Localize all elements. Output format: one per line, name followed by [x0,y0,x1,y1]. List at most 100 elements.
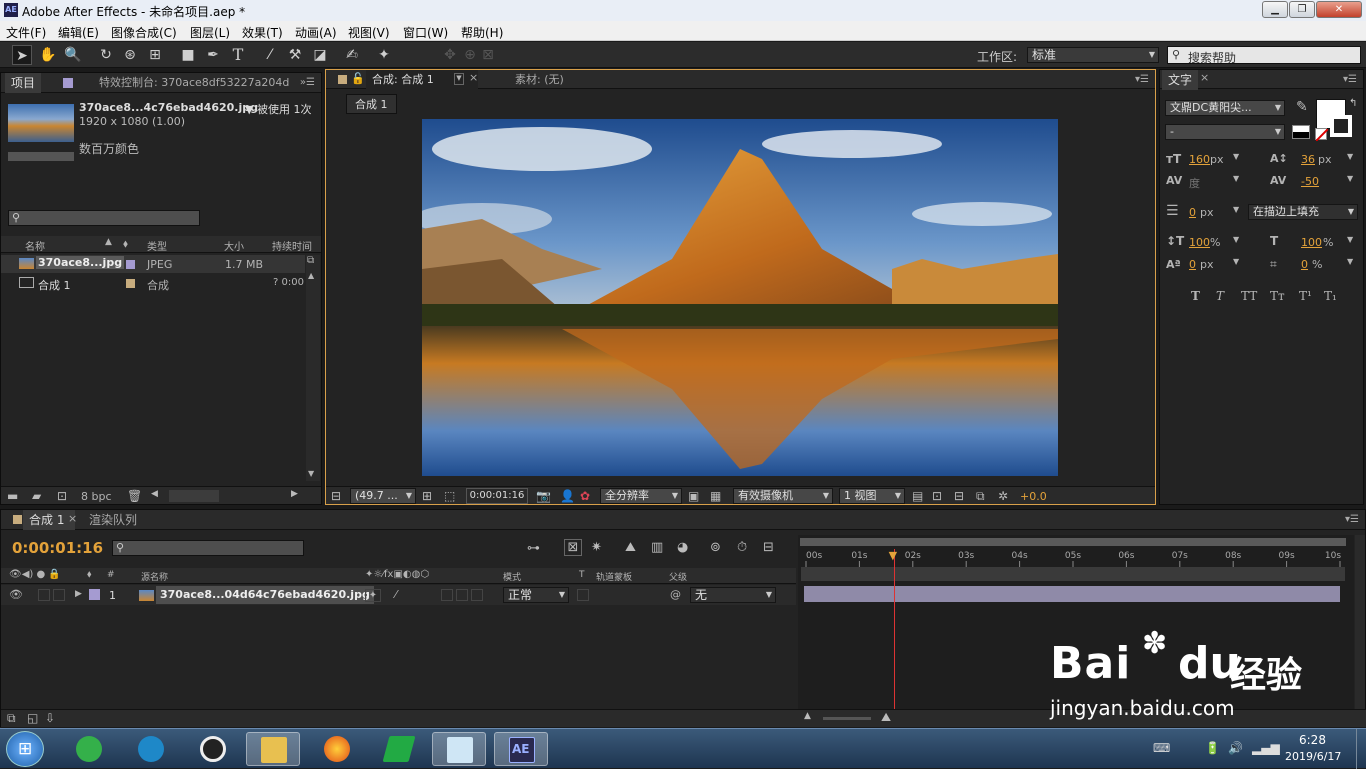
menu-view[interactable]: 视图(V) [348,24,390,41]
menu-file[interactable]: 文件(F) [6,24,46,41]
label-tag-icon[interactable]: ⬧ [87,569,92,580]
network-icon[interactable]: ▂▄▆ [1252,741,1280,755]
taskbar-video-editor-icon[interactable] [372,732,426,766]
workspace-select[interactable]: 标准 [1027,47,1159,63]
axis-world-icon[interactable]: ⊕ [460,45,480,65]
clone-stamp-tool-icon[interactable]: ⚒ [285,45,305,65]
maximize-button[interactable]: ❐ [1289,1,1315,18]
font-family-select[interactable]: 文鼎DC黄阳尖... [1165,100,1285,116]
interpret-footage-icon[interactable]: ▬ [7,489,18,503]
snapshot-icon[interactable]: 📷 [536,489,551,503]
close-tab-icon[interactable]: × [68,512,77,525]
all-caps-button[interactable]: TT [1241,289,1257,303]
help-search-input[interactable]: ⚲ 搜索帮助 [1167,46,1361,65]
no-fill-icon[interactable] [1315,128,1329,142]
timeline-search-input[interactable]: ⚲ [112,540,304,556]
new-comp-icon[interactable]: ⊡ [57,489,67,503]
scroll-right-icon[interactable]: ▶ [291,489,298,499]
parent-pickwhip-icon[interactable]: @ [670,588,681,601]
type-tool-icon[interactable]: T [228,45,248,65]
horizontal-scale-value[interactable]: 100 [1301,236,1322,249]
work-area-bar[interactable] [800,538,1346,546]
taskbar-docs-icon[interactable] [432,732,486,766]
small-caps-button[interactable]: Tт [1270,289,1285,303]
toggle-modes-icon[interactable]: ◱ [27,711,38,725]
flowchart-icon[interactable]: ⧉ [976,489,985,504]
taskbar-firefox-icon[interactable] [310,732,364,766]
bpc-toggle[interactable]: 8 bpc [81,490,112,503]
clock-time[interactable]: 6:28 [1299,733,1326,747]
timeline-current-time[interactable]: 0:00:01:16 [12,539,103,557]
taskbar-explorer-icon[interactable] [246,732,300,766]
mask-visibility-icon[interactable]: ⬚ [444,489,455,503]
close-tab-icon[interactable]: × [469,71,478,84]
stroke-color-swatch[interactable] [1330,115,1352,137]
graph-editor-icon[interactable]: ⊚ [710,540,721,555]
toggle-switches-icon[interactable]: ⧉ [7,711,16,726]
taskbar-after-effects-icon[interactable]: AE [494,732,548,766]
motion-blur-switch[interactable] [441,589,453,601]
timeline-icon[interactable]: ⊟ [954,489,964,503]
pan-behind-tool-icon[interactable]: ⊞ [145,45,165,65]
vertical-scale-dropdown-icon[interactable]: ▼ [1233,235,1239,244]
taskbar-player-icon[interactable] [124,732,178,766]
col-name[interactable]: 名称 [25,238,45,253]
playhead-handle[interactable]: ▼ [889,549,897,562]
close-tab-icon[interactable]: × [1200,71,1209,84]
stroke-mode-select[interactable]: 在描边上填充 [1248,204,1358,220]
lock-switch[interactable] [53,589,65,601]
subscript-button[interactable]: T₁ [1324,289,1337,303]
region-of-interest-icon[interactable]: ▣ [688,489,699,503]
power-icon[interactable]: 🔋 [1205,741,1220,755]
zoom-out-icon[interactable]: ▲ [804,711,811,721]
preserve-transparency-switch[interactable] [577,589,589,601]
zoom-in-icon[interactable]: ⛰ [881,710,891,725]
parent-select[interactable]: 无 [690,587,776,603]
adjustment-switch[interactable] [456,589,468,601]
magnification-select[interactable]: (49.7 ... [350,488,416,504]
menu-layer[interactable]: 图层(L) [190,24,230,41]
kerning-value[interactable]: 度 [1189,175,1200,191]
footage-usage[interactable]: ▼ 被使用 1次 [245,101,311,117]
baseline-shift-value[interactable]: 0 [1189,258,1196,271]
col-duration[interactable]: 持续时间 [272,238,312,253]
composition-mini-flowchart-icon[interactable]: ⊶ [527,541,540,556]
tracking-dropdown-icon[interactable]: ▼ [1347,174,1353,183]
swap-colors-icon[interactable]: ↰ [1349,98,1357,109]
brush-tool-icon[interactable]: ⁄ [260,45,280,65]
eraser-tool-icon[interactable]: ◪ [310,45,330,65]
panel-menu-icon[interactable]: ▾☰ [1135,74,1149,85]
current-time-display[interactable]: 0:00:01:16 [466,488,528,504]
exposure-value[interactable]: +0.0 [1020,490,1047,503]
show-desktop-button[interactable] [1356,729,1366,769]
taskbar-360-icon[interactable] [62,732,116,766]
motion-blur-icon[interactable]: ◕ [677,540,688,555]
font-size-dropdown-icon[interactable]: ▼ [1233,152,1239,161]
playhead[interactable]: ▼ [889,549,897,715]
timeline-vscroll[interactable] [1355,535,1365,715]
project-scrollbar[interactable]: ⧉ ▲ ▼ [306,255,320,481]
menu-edit[interactable]: 编辑(E) [58,24,99,41]
col-size[interactable]: 大小 [224,238,244,253]
panel-menu-icon[interactable]: »☰ [300,77,315,88]
work-area-range[interactable] [801,567,1345,581]
taskbar-qq-icon[interactable] [186,732,240,766]
col-mode[interactable]: 模式 [503,570,521,583]
hand-tool-icon[interactable]: ✋ [38,45,58,65]
scroll-down-icon[interactable]: ▼ [308,469,314,478]
layer-name[interactable]: 370ace8...04d64c76ebad4620.jpg [156,586,374,604]
tab-character[interactable]: 文字 [1162,70,1199,90]
menu-effect[interactable]: 效果(T) [242,24,283,41]
volume-icon[interactable]: 🔊 [1228,741,1243,755]
col-type[interactable]: 类型 [147,238,167,253]
lock-icon[interactable]: 🔓 [351,72,365,85]
video-visibility-icon[interactable]: 👁 [9,588,23,601]
label-tag-icon[interactable]: ⬧ [123,237,128,251]
tsume-dropdown-icon[interactable]: ▼ [1347,257,1353,266]
table-row[interactable]: 370ace8...jpg JPEG 1.7 MB [1,255,305,273]
toggle-pixel-aspect-icon[interactable]: ▤ [912,489,923,503]
toggle-transfer-icon[interactable]: ⇩ [45,711,55,725]
menu-help[interactable]: 帮助(H) [461,24,503,41]
horizontal-scroll-thumb[interactable] [169,490,219,502]
faux-bold-button[interactable]: T [1191,289,1200,303]
